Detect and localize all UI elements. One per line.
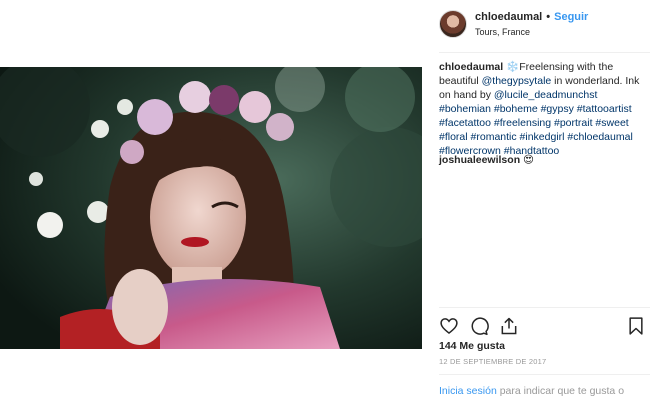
- actions-divider: [439, 307, 650, 308]
- instagram-post: chloedaumal • Seguir Tours, France chloe…: [0, 0, 660, 400]
- mention-thegypsytale[interactable]: @thegypsytale: [482, 75, 552, 87]
- action-bar: [439, 315, 646, 337]
- portrait-image: [0, 67, 422, 349]
- heart-icon[interactable]: [439, 316, 459, 336]
- post-caption: chloedaumal ❄️Freelensing with the beaut…: [439, 60, 644, 158]
- post-sidebar: chloedaumal • Seguir Tours, France chloe…: [422, 0, 660, 400]
- comment-username[interactable]: joshualeewilson: [439, 154, 520, 166]
- post-date: 12 DE SEPTIEMBRE DE 2017: [439, 357, 547, 366]
- header-divider: [439, 52, 650, 53]
- login-prompt-text: para indicar que te gusta o: [496, 385, 625, 397]
- comment-icon[interactable]: [469, 316, 489, 336]
- login-link[interactable]: Inicia sesión: [439, 385, 497, 397]
- login-divider: [439, 374, 650, 375]
- post-location[interactable]: Tours, France: [475, 27, 588, 37]
- login-prompt: Inicia sesión para indicar que te gusta …: [439, 385, 624, 397]
- snowflake-emoji: ❄️: [506, 61, 520, 73]
- heart-eyes-emoji: 😍: [523, 154, 534, 166]
- bookmark-icon[interactable]: [626, 316, 646, 336]
- author-username[interactable]: chloedaumal: [475, 11, 542, 23]
- mention-lucile[interactable]: @lucile_deadmunchst: [494, 89, 597, 101]
- share-icon[interactable]: [499, 316, 519, 336]
- comment-item: joshualeewilson 😍: [439, 153, 534, 167]
- follow-button[interactable]: Seguir: [554, 11, 588, 23]
- post-header: chloedaumal • Seguir Tours, France: [439, 8, 649, 40]
- post-photo[interactable]: [0, 67, 422, 349]
- caption-hashtags[interactable]: #bohemian #boheme #gypsy #tattooartist #…: [439, 103, 633, 157]
- avatar[interactable]: [439, 10, 467, 38]
- header-separator: •: [546, 10, 551, 23]
- caption-username[interactable]: chloedaumal: [439, 61, 503, 73]
- likes-count[interactable]: 144 Me gusta: [439, 340, 505, 352]
